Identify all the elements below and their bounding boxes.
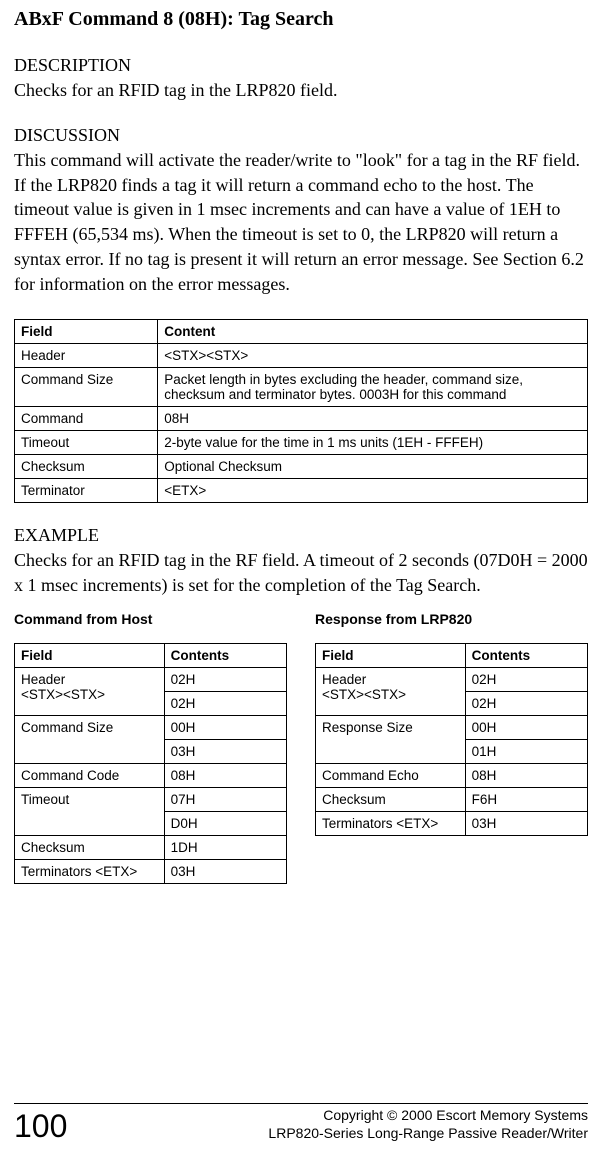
- cell-content: 02H: [164, 692, 286, 716]
- discussion-label: DISCUSSION: [14, 125, 588, 146]
- cell-field: Command Size: [15, 716, 165, 764]
- cell-field: Checksum: [316, 788, 466, 812]
- table-row: Command Size 00H: [15, 716, 287, 740]
- table-row: Timeout 07H: [15, 788, 287, 812]
- cell-field: Command Echo: [316, 764, 466, 788]
- table-row: Checksum 1DH: [15, 836, 287, 860]
- page-number: 100: [14, 1110, 67, 1142]
- description-text: Checks for an RFID tag in the LRP820 fie…: [14, 78, 588, 103]
- footer-line-1: Copyright © 2000 Escort Memory Systems: [268, 1106, 588, 1124]
- cell-field: Command Code: [15, 764, 165, 788]
- cell-field: Header <STX><STX>: [15, 668, 165, 716]
- table-row: Command Size Packet length in bytes excl…: [15, 367, 588, 406]
- table-row: Response Size 00H: [316, 716, 588, 740]
- table-row: Header <STX><STX> 02H: [15, 668, 287, 692]
- command-from-host-col: Command from Host Field Contents Header …: [14, 611, 287, 884]
- cell-content: 2-byte value for the time in 1 ms units …: [158, 430, 588, 454]
- cell-field: Checksum: [15, 836, 165, 860]
- cell-field: Terminator: [15, 478, 158, 502]
- cell-content: 08H: [158, 406, 588, 430]
- table-row: Header <STX><STX> 02H: [316, 668, 588, 692]
- th-field: Field: [316, 644, 466, 668]
- cell-content: 03H: [164, 860, 286, 884]
- table-row: Terminator <ETX>: [15, 478, 588, 502]
- cell-field: Header <STX><STX>: [316, 668, 466, 716]
- cell-content: <ETX>: [158, 478, 588, 502]
- cell-content: 03H: [164, 740, 286, 764]
- th-contents: Contents: [164, 644, 286, 668]
- cell-field: Command Size: [15, 367, 158, 406]
- cell-content: 1DH: [164, 836, 286, 860]
- cell-field: Timeout: [15, 788, 165, 836]
- cell-content: 00H: [465, 716, 587, 740]
- table-row: Command Code 08H: [15, 764, 287, 788]
- discussion-text: This command will activate the reader/wr…: [14, 148, 588, 297]
- cell-content: 08H: [164, 764, 286, 788]
- table-row: Command Echo 08H: [316, 764, 588, 788]
- cell-content: 07H: [164, 788, 286, 812]
- cell-content: F6H: [465, 788, 587, 812]
- cell-field: Checksum: [15, 454, 158, 478]
- table-row: Checksum F6H: [316, 788, 588, 812]
- cell-field: Terminators <ETX>: [15, 860, 165, 884]
- command-from-host-title: Command from Host: [14, 611, 287, 627]
- table-row: Terminators <ETX> 03H: [15, 860, 287, 884]
- cell-content: <STX><STX>: [158, 343, 588, 367]
- table-row: Timeout 2-byte value for the time in 1 m…: [15, 430, 588, 454]
- table-row: Header <STX><STX>: [15, 343, 588, 367]
- footer-line-2: LRP820-Series Long-Range Passive Reader/…: [268, 1124, 588, 1142]
- cell-content: 02H: [164, 668, 286, 692]
- cell-content: 08H: [465, 764, 587, 788]
- example-label: EXAMPLE: [14, 525, 588, 546]
- th-contents: Contents: [465, 644, 587, 668]
- cell-field: Command: [15, 406, 158, 430]
- response-from-lrp820-title: Response from LRP820: [315, 611, 588, 627]
- cell-content: 03H: [465, 812, 587, 836]
- cell-content: 00H: [164, 716, 286, 740]
- example-text: Checks for an RFID tag in the RF field. …: [14, 548, 588, 598]
- cell-content: 02H: [465, 692, 587, 716]
- table-row: Checksum Optional Checksum: [15, 454, 588, 478]
- table-row: Command 08H: [15, 406, 588, 430]
- th-field: Field: [15, 319, 158, 343]
- cell-content: Packet length in bytes excluding the hea…: [158, 367, 588, 406]
- description-label: DESCRIPTION: [14, 55, 588, 76]
- cell-content: Optional Checksum: [158, 454, 588, 478]
- th-field: Field: [15, 644, 165, 668]
- page-title: ABxF Command 8 (08H): Tag Search: [14, 8, 588, 31]
- cell-field: Response Size: [316, 716, 466, 764]
- table-header-row: Field Contents: [15, 644, 287, 668]
- main-field-table: Field Content Header <STX><STX> Command …: [14, 319, 588, 503]
- table-header-row: Field Contents: [316, 644, 588, 668]
- table-header-row: Field Content: [15, 319, 588, 343]
- response-from-lrp820-table: Field Contents Header <STX><STX> 02H 02H…: [315, 643, 588, 836]
- footer-text: Copyright © 2000 Escort Memory Systems L…: [268, 1106, 588, 1142]
- table-row: Terminators <ETX> 03H: [316, 812, 588, 836]
- cell-field: Header: [15, 343, 158, 367]
- cell-field: Terminators <ETX>: [316, 812, 466, 836]
- page-footer: 100 Copyright © 2000 Escort Memory Syste…: [14, 1103, 588, 1142]
- cell-content: D0H: [164, 812, 286, 836]
- response-from-lrp820-col: Response from LRP820 Field Contents Head…: [315, 611, 588, 836]
- cell-content: 02H: [465, 668, 587, 692]
- command-from-host-table: Field Contents Header <STX><STX> 02H 02H…: [14, 643, 287, 884]
- th-content: Content: [158, 319, 588, 343]
- cell-field: Timeout: [15, 430, 158, 454]
- cell-content: 01H: [465, 740, 587, 764]
